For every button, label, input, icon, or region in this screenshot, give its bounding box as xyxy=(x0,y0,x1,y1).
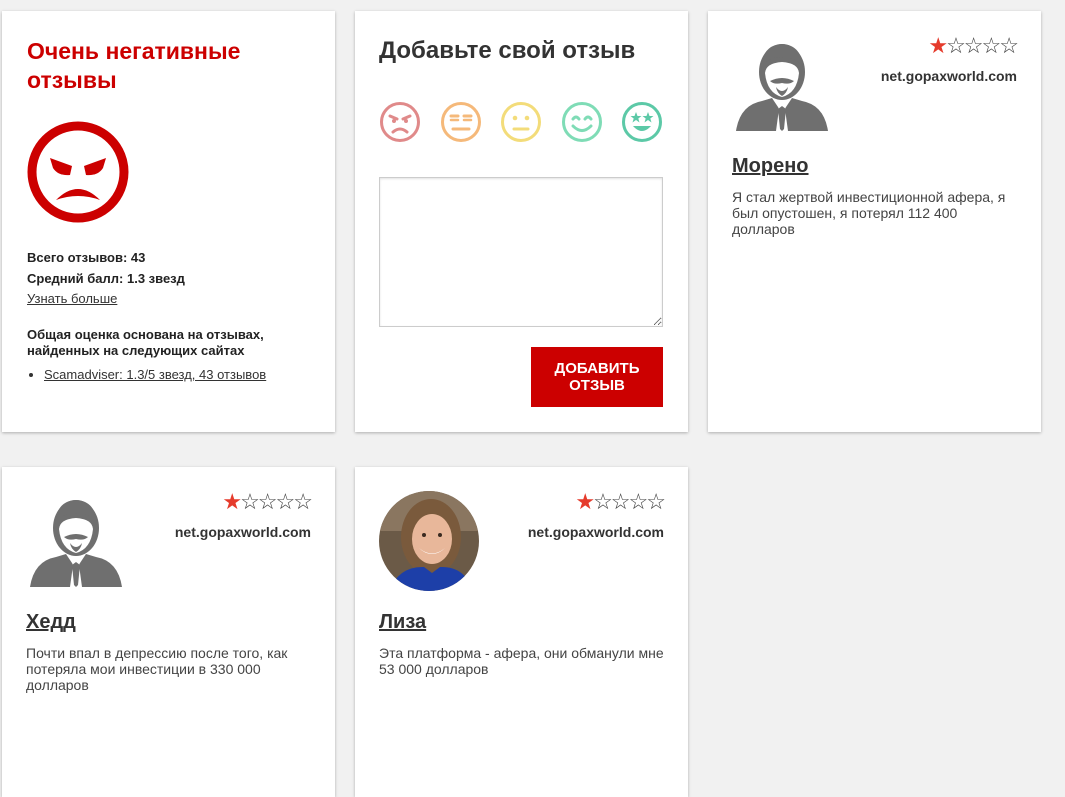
star-empty-icon: ☆ xyxy=(593,489,613,514)
review-textarea[interactable] xyxy=(379,177,663,327)
reviewer-name[interactable]: Хедд xyxy=(26,611,76,634)
review-text: Почти впал в депрессию после того, как п… xyxy=(26,645,288,693)
default-man-icon xyxy=(30,500,122,589)
average-score: Средний балл: 1.3 звезд xyxy=(27,271,185,286)
based-on-text: Общая оценка основана на отзывах, найден… xyxy=(27,327,264,358)
review-text: Эта платформа - афера, они обманули мне … xyxy=(379,645,664,677)
summary-card: Очень негативные отзывы Всего отзывов: 4… xyxy=(2,11,335,432)
star-empty-icon: ☆ xyxy=(999,33,1019,58)
review-site: net.gopaxworld.com xyxy=(880,68,1017,84)
star-empty-icon: ☆ xyxy=(963,33,984,58)
rating-stars: ★☆☆☆☆ xyxy=(575,489,666,514)
star-empty-icon: ☆ xyxy=(610,489,631,514)
star-eyes-emoji-icon[interactable] xyxy=(621,101,663,143)
unamused-emoji-icon[interactable] xyxy=(440,101,482,143)
review-card: ★☆☆☆☆ net.gopaxworld.com Морено Я стал ж… xyxy=(708,11,1041,432)
review-text: Я стал жертвой инвестиционной афера, я б… xyxy=(732,189,1006,237)
add-review-card: Добавьте свой отзыв ДОБАВИТЬ ОТЗЫВ xyxy=(355,11,688,432)
total-reviews: Всего отзывов: 43 xyxy=(27,250,146,265)
star-filled-icon: ★ xyxy=(928,33,948,58)
rating-stars: ★☆☆☆☆ xyxy=(222,489,313,514)
reviewer-name[interactable]: Морено xyxy=(732,155,809,178)
smile-emoji-icon[interactable] xyxy=(561,101,603,143)
star-empty-icon: ☆ xyxy=(946,33,966,58)
star-empty-icon: ☆ xyxy=(293,489,313,514)
source-list: Scamadviser: 1.3/5 звезд, 43 отзывов xyxy=(27,367,266,382)
woman-photo-avatar xyxy=(379,491,479,591)
angry-emoji-icon[interactable] xyxy=(379,101,421,143)
add-review-button[interactable]: ДОБАВИТЬ ОТЗЫВ xyxy=(531,347,663,407)
review-card: ★☆☆☆☆ net.gopaxworld.com Лиза Эта платфо… xyxy=(355,467,688,797)
learn-more-link[interactable]: Узнать больше xyxy=(27,291,117,306)
default-man-icon xyxy=(736,44,828,133)
summary-title: Очень негативные отзывы xyxy=(27,38,241,93)
review-card: ★☆☆☆☆ net.gopaxworld.com Хедд Почти впал… xyxy=(2,467,335,797)
star-filled-icon: ★ xyxy=(222,489,242,514)
star-empty-icon: ☆ xyxy=(257,489,278,514)
angry-face-icon xyxy=(27,121,129,223)
add-review-title: Добавьте свой отзыв xyxy=(379,37,636,64)
star-empty-icon: ☆ xyxy=(240,489,260,514)
reviewer-name[interactable]: Лиза xyxy=(379,611,426,634)
neutral-emoji-icon[interactable] xyxy=(500,101,542,143)
rating-stars: ★☆☆☆☆ xyxy=(928,33,1019,58)
star-empty-icon: ☆ xyxy=(628,489,649,514)
star-empty-icon: ☆ xyxy=(646,489,666,514)
star-filled-icon: ★ xyxy=(575,489,595,514)
review-site: net.gopaxworld.com xyxy=(174,524,311,540)
source-link-scamadviser[interactable]: Scamadviser: 1.3/5 звезд, 43 отзывов xyxy=(44,367,266,382)
review-site: net.gopaxworld.com xyxy=(527,524,664,540)
star-empty-icon: ☆ xyxy=(275,489,296,514)
star-empty-icon: ☆ xyxy=(981,33,1002,58)
